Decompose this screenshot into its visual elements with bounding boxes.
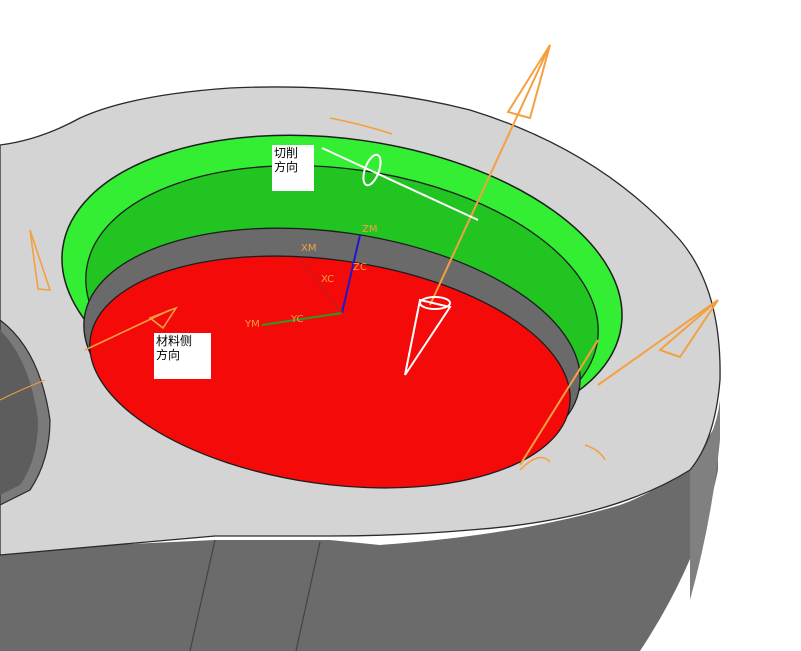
material-side-label: 材料侧 方向: [154, 333, 211, 379]
ym-label: YM: [244, 319, 260, 330]
zm-label: ZM: [362, 224, 377, 235]
xm-label: XM: [301, 243, 316, 254]
cut-direction-line2: 方向: [274, 160, 299, 174]
cut-direction-line1: 切削: [274, 146, 299, 160]
material-side-line2: 方向: [156, 348, 181, 362]
graphics-viewport[interactable]: ZM ZC XM XC YM YC 切削 方向 材料侧 方向: [0, 0, 801, 651]
material-side-line1: 材料侧: [156, 334, 193, 348]
cut-direction-label: 切削 方向: [272, 145, 314, 191]
yc-label: YC: [290, 314, 304, 325]
zc-label: ZC: [353, 262, 367, 273]
xc-label: XC: [321, 274, 334, 285]
